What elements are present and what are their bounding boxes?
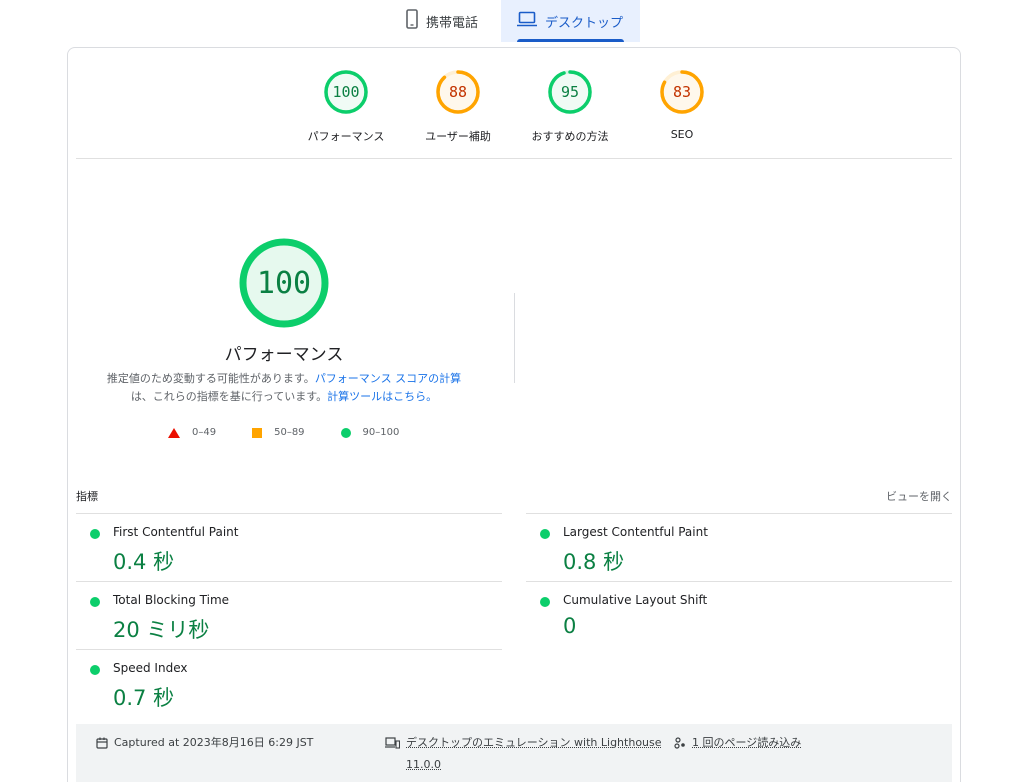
label-best-practices: おすすめの方法 (531, 130, 609, 143)
summary-divider (76, 158, 952, 159)
gauge-accessibility: 88 (434, 68, 482, 116)
legend-pass: 90–100 (340, 427, 400, 438)
gauge-best-practices: 95 (546, 68, 594, 116)
legend-fail: 0–49 (168, 427, 216, 438)
metrics-header: 指標 ビューを開く (76, 488, 952, 504)
legend-pass-label: 90–100 (362, 427, 400, 438)
legend-average: 50–89 (252, 427, 305, 438)
metric-tbt: Total Blocking Time 20 ミリ秒 (76, 581, 502, 649)
score-calculation-link[interactable]: パフォーマンス スコアの計算 (315, 372, 461, 385)
metric-fcp: First Contentful Paint 0.4 秒 (76, 513, 502, 581)
score-performance: 100 (332, 83, 360, 101)
score-accessibility: 88 (448, 83, 468, 101)
gauge-seo: 83 (658, 68, 706, 116)
page-load-text: 1 回のページ読み込み (692, 732, 801, 754)
screenshot-divider (514, 293, 515, 383)
performance-desc-text-1: 推定値のため変動する可能性があります。 (106, 372, 315, 385)
emulation-link[interactable]: デスクトップのエミュレーション with Lighthouse (406, 736, 662, 749)
emulation-text: デスクトップのエミュレーション with Lighthouse 11.0.0 (406, 732, 662, 776)
devices-icon (385, 737, 401, 752)
metric-value: 0 (563, 614, 577, 638)
metric-name: Speed Index (113, 661, 188, 675)
page-load-link[interactable]: 1 回のページ読み込み (692, 736, 801, 749)
tab-desktop-label: デスクトップ (545, 15, 624, 31)
metric-name: Cumulative Layout Shift (563, 593, 708, 607)
tab-mobile-label: 携帯電話 (426, 15, 479, 31)
summary-performance[interactable]: 100 パフォーマンス (290, 68, 402, 144)
pass-dot-icon (540, 597, 550, 607)
captured-text: Captured at 2023年8月16日 6:29 JST (114, 736, 314, 749)
pass-dot-icon (90, 665, 100, 675)
run-info-emulation: デスクトップのエミュレーション with Lighthouse 11.0.0 (385, 736, 662, 776)
report-card: 100 パフォーマンス 88 ユーザー補助 95 おすすめの方法 83 SEO (67, 47, 961, 782)
run-info-captured: Captured at 2023年8月16日 6:29 JST (96, 736, 313, 754)
version-link[interactable]: 11.0.0 (406, 758, 441, 771)
performance-score: 100 (256, 265, 312, 301)
pass-dot-icon (540, 529, 550, 539)
label-accessibility: ユーザー補助 (425, 130, 491, 143)
summary-seo[interactable]: 83 SEO (626, 68, 738, 144)
pass-circle-icon (340, 427, 351, 438)
calculator-link[interactable]: 計算ツールはこちら。 (327, 390, 437, 403)
metric-value: 0.4 秒 (113, 550, 175, 574)
metric-lcp: Largest Contentful Paint 0.8 秒 (526, 513, 952, 581)
run-info: Captured at 2023年8月16日 6:29 JST デスクトップのエ… (76, 724, 952, 782)
metric-value: 0.8 秒 (563, 550, 625, 574)
performance-description: 推定値のため変動する可能性があります。パフォーマンス スコアの計算 は、これらの… (98, 370, 470, 406)
metric-name: Largest Contentful Paint (563, 525, 708, 539)
performance-desc-text-2: は、これらの指標を基に行っています。 (130, 390, 328, 403)
gauge-performance: 100 (322, 68, 370, 116)
fail-triangle-icon (168, 427, 180, 438)
tab-desktop[interactable]: デスクトップ (501, 0, 640, 42)
label-performance: パフォーマンス (307, 130, 385, 143)
performance-gauge: 100 (238, 237, 330, 329)
metric-value: 0.7 秒 (113, 686, 175, 710)
label-seo: SEO (670, 128, 694, 141)
calendar-icon (96, 737, 108, 752)
performance-title: パフォーマンス (224, 345, 344, 365)
legend-fail-label: 0–49 (192, 427, 217, 438)
laptop-icon (517, 11, 537, 31)
summary-best-practices[interactable]: 95 おすすめの方法 (514, 68, 626, 144)
expand-view-toggle[interactable]: ビューを開く (886, 488, 952, 504)
score-summary: 100 パフォーマンス 88 ユーザー補助 95 おすすめの方法 83 SEO (68, 68, 960, 144)
score-best-practices: 95 (560, 83, 580, 101)
metrics-title: 指標 (76, 490, 98, 503)
metric-value: 20 ミリ秒 (113, 618, 210, 642)
metric-cls: Cumulative Layout Shift 0 (526, 581, 952, 649)
run-info-page-load: 1 回のページ読み込み (674, 736, 801, 754)
tab-mobile[interactable]: 携帯電話 (388, 0, 501, 42)
metric-name: Total Blocking Time (113, 593, 230, 607)
legend-average-label: 50–89 (274, 427, 305, 438)
page-load-icon (674, 737, 686, 752)
score-seo: 83 (672, 83, 692, 101)
device-tabs: 携帯電話 デスクトップ (388, 0, 640, 42)
pass-dot-icon (90, 597, 100, 607)
summary-accessibility[interactable]: 88 ユーザー補助 (402, 68, 514, 144)
phone-icon (406, 9, 418, 33)
score-legend: 0–49 50–89 90–100 (168, 427, 399, 438)
average-square-icon (252, 427, 263, 438)
metric-si: Speed Index 0.7 秒 (76, 649, 502, 717)
metric-name: First Contentful Paint (113, 525, 239, 539)
pass-dot-icon (90, 529, 100, 539)
